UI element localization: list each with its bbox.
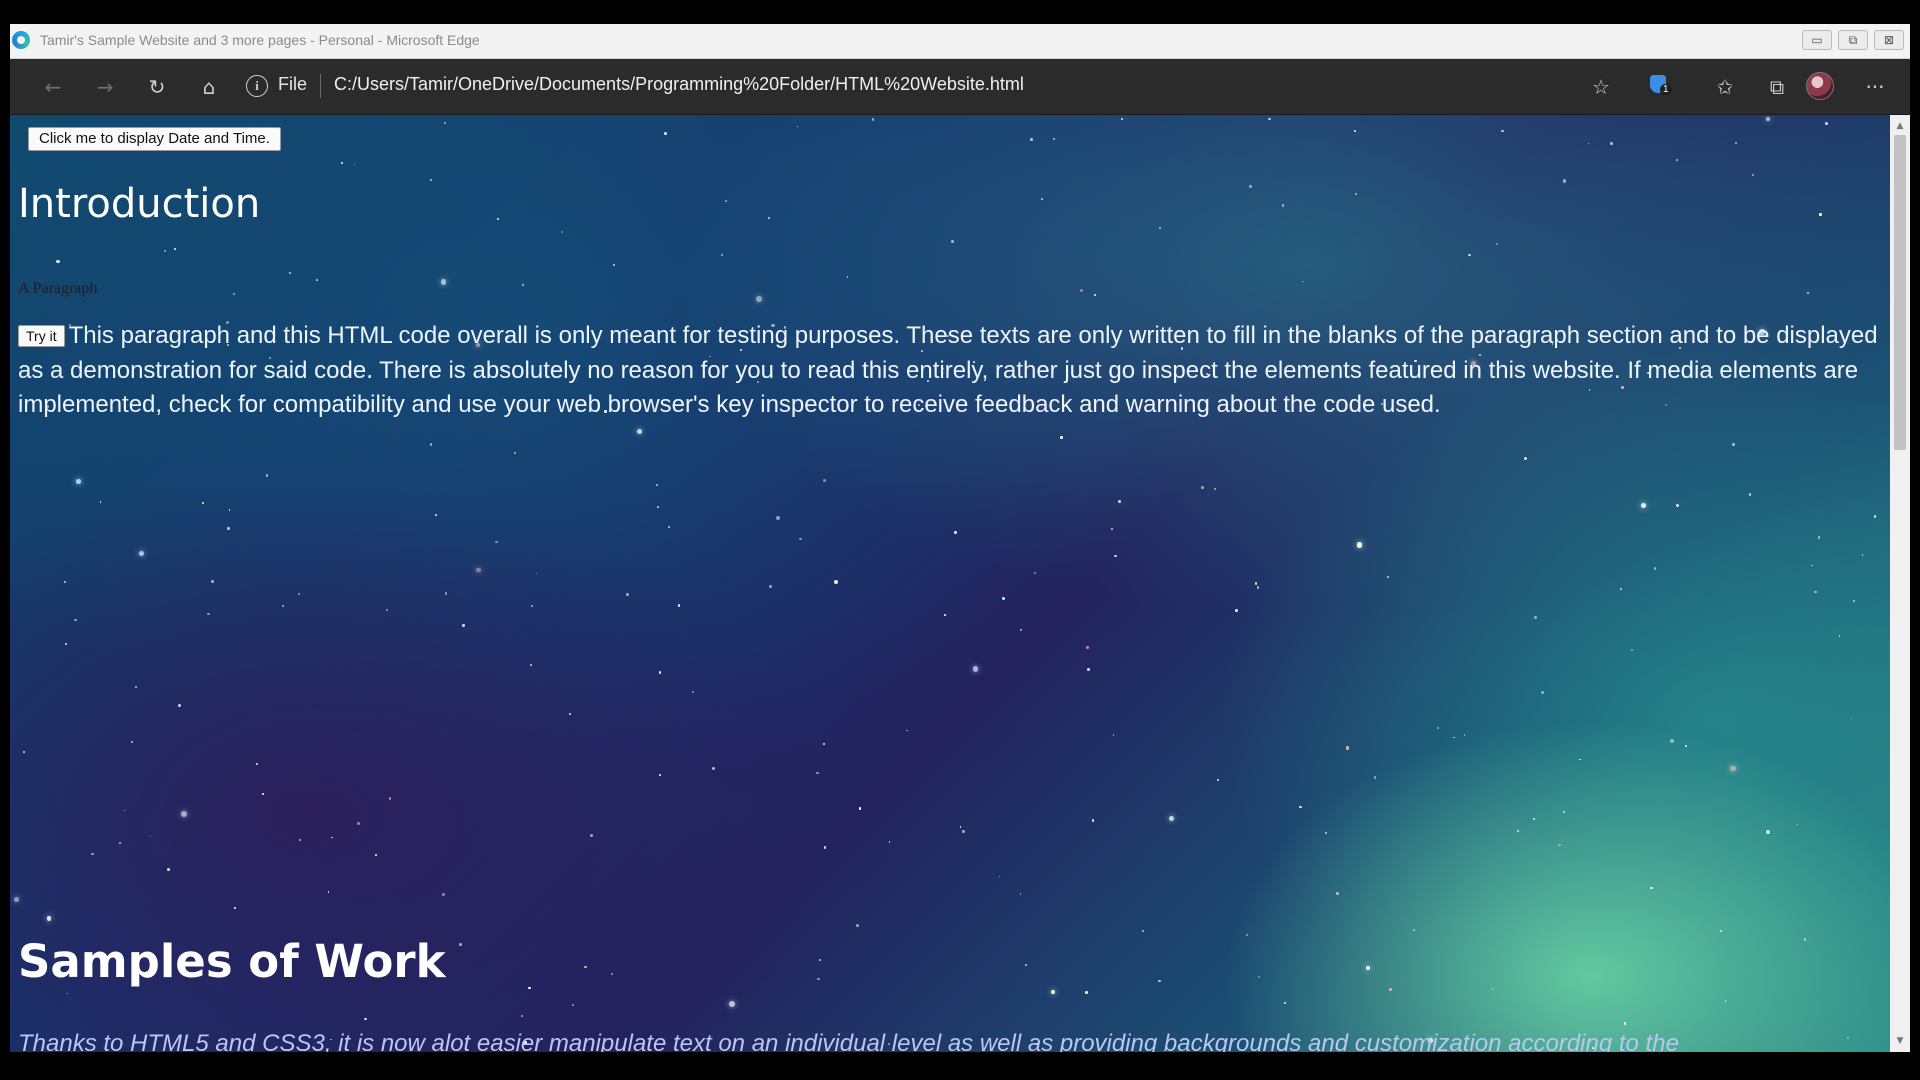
edge-logo-icon [12, 31, 30, 49]
introduction-heading: Introduction [18, 181, 261, 227]
samples-of-work-heading: Samples of Work [18, 935, 446, 988]
page-viewport: Click me to display Date and Time. Intro… [10, 115, 1890, 1052]
collections-icon[interactable]: ⧉ [1762, 72, 1792, 102]
minimize-button[interactable]: ▭ [1802, 30, 1832, 50]
screen: Tamir's Sample Website and 3 more pages … [0, 0, 1920, 1080]
close-button[interactable]: ⊠ [1874, 30, 1904, 50]
window-controls: ▭ ⧉ ⊠ [1802, 30, 1904, 50]
refresh-icon[interactable]: ↻ [142, 72, 172, 102]
intro-paragraph-text: This paragraph and this HTML code overal… [18, 322, 1878, 418]
scroll-up-icon[interactable]: ▲ [1890, 117, 1910, 135]
favorite-star-icon[interactable]: ☆ [1586, 72, 1616, 102]
more-menu-icon[interactable]: ··· [1860, 72, 1890, 102]
title-bar[interactable]: Tamir's Sample Website and 3 more pages … [10, 24, 1910, 59]
favorites-icon[interactable]: ✩ [1710, 72, 1740, 102]
webpage-content: Click me to display Date and Time. Intro… [10, 115, 1890, 1052]
profile-avatar[interactable] [1806, 72, 1834, 100]
restore-button[interactable]: ⧉ [1838, 30, 1868, 50]
display-date-time-button[interactable]: Click me to display Date and Time. [28, 127, 281, 151]
address-bar-url[interactable]: C:/Users/Tamir/OneDrive/Documents/Progra… [334, 74, 1024, 95]
samples-of-work-text: Thanks to HTML5 and CSS3, it is now alot… [18, 1030, 1679, 1052]
vertical-scrollbar[interactable]: ▲ ▼ [1890, 115, 1910, 1052]
small-paragraph-label: A Paragraph [18, 280, 98, 297]
scroll-thumb[interactable] [1894, 135, 1906, 450]
site-info-icon[interactable]: i [246, 75, 268, 97]
address-toolbar: ← → ↻ ⌂ i File C:/Users/Tamir/OneDrive/D… [10, 59, 1910, 115]
address-divider [320, 74, 321, 98]
extension-badge-count: 1 [1660, 84, 1672, 95]
file-scheme-label[interactable]: File [278, 74, 307, 95]
scroll-down-icon[interactable]: ▼ [1890, 1032, 1910, 1050]
back-arrow-icon[interactable]: ← [38, 72, 68, 102]
browser-window: Tamir's Sample Website and 3 more pages … [10, 24, 1910, 1052]
extension-icon[interactable]: 1 [1650, 75, 1672, 97]
try-it-button[interactable]: Try it [18, 325, 65, 347]
intro-paragraph: Try it This paragraph and this HTML code … [18, 319, 1878, 423]
home-icon[interactable]: ⌂ [194, 72, 224, 102]
forward-arrow-icon[interactable]: → [90, 72, 120, 102]
window-title: Tamir's Sample Website and 3 more pages … [40, 32, 480, 48]
